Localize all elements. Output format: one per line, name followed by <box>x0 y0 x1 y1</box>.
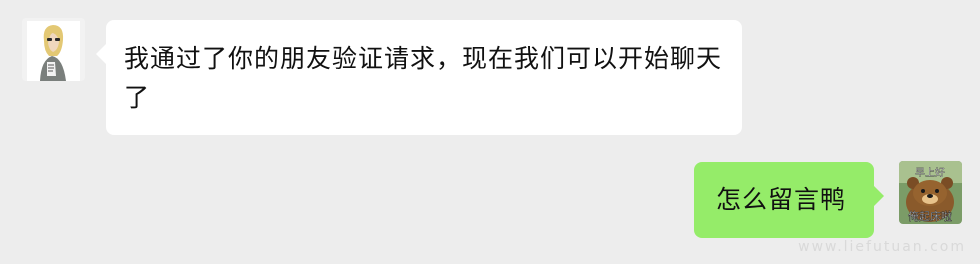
user-photo-avatar[interactable] <box>22 18 85 81</box>
incoming-message-text: 我通过了你的朋友验证请求，现在我们可以开始聊天了 <box>124 44 723 112</box>
site-watermark: www.liefutuan.com <box>798 239 966 255</box>
sticker-caption-top: 早上好 <box>915 167 945 179</box>
outgoing-message-bubble[interactable]: 怎么留言鸭 <box>694 162 884 238</box>
chat-conversation: 我通过了你的朋友验证请求，现在我们可以开始聊天了 怎么留言鸭 早上好 俺起床啦 … <box>0 0 980 264</box>
bear-sticker-avatar[interactable]: 早上好 俺起床啦 <box>899 161 962 224</box>
person-photo-icon <box>22 18 85 81</box>
sticker-caption-bottom: 俺起床啦 <box>908 209 952 223</box>
bear-icon: 早上好 俺起床啦 <box>899 161 962 224</box>
outgoing-message-text: 怎么留言鸭 <box>716 185 847 214</box>
incoming-message-bubble[interactable]: 我通过了你的朋友验证请求，现在我们可以开始聊天了 <box>96 20 742 135</box>
